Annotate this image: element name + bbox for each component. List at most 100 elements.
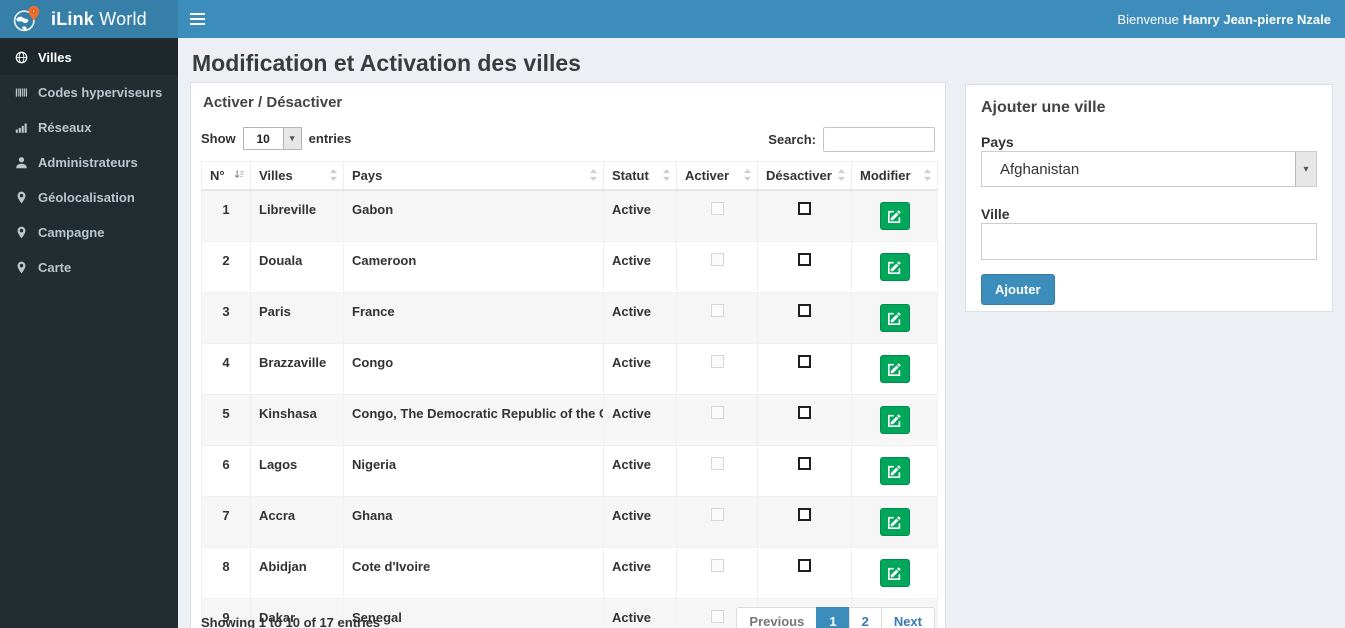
- desactiver-checkbox[interactable]: [798, 355, 811, 368]
- status-value: Active: [603, 496, 677, 548]
- sidebar-item-label: Villes: [38, 50, 72, 65]
- status-value: Active: [603, 292, 677, 344]
- activer-checkbox: [710, 304, 724, 317]
- activer-checkbox: [710, 610, 724, 623]
- desactiver-checkbox[interactable]: [798, 559, 811, 572]
- top-navbar: Bienvenue Hanry Jean-pierre Nzale: [178, 0, 1345, 38]
- sidebar-item-codes-hyperviseurs[interactable]: Codes hyperviseurs: [0, 75, 178, 110]
- cities-table-panel: Activer / Désactiver Show 10 ▾ entries S…: [190, 82, 946, 628]
- chevron-down-icon: ▾: [1295, 152, 1316, 186]
- column-header-pays[interactable]: Pays: [343, 161, 604, 191]
- desactiver-checkbox[interactable]: [798, 406, 811, 419]
- table-length-control: Show 10 ▾ entries: [201, 127, 351, 150]
- sidebar-item-geolocalisation[interactable]: Géolocalisation: [0, 180, 178, 215]
- desactiver-checkbox[interactable]: [798, 202, 811, 215]
- status-value: Active: [603, 598, 677, 628]
- pagination-page-2-button[interactable]: 2: [848, 607, 882, 628]
- brand-title: iLink World: [51, 9, 147, 30]
- sidebar-item-label: Géolocalisation: [38, 190, 135, 205]
- edit-button[interactable]: [879, 202, 910, 230]
- brand-logo[interactable]: iLink World: [0, 0, 178, 38]
- user-menu[interactable]: Bienvenue Hanry Jean-pierre Nzale: [1117, 0, 1331, 38]
- pencil-square-icon: [888, 311, 901, 325]
- edit-button[interactable]: [879, 253, 910, 281]
- status-value: Active: [603, 394, 677, 446]
- activer-checkbox: [710, 202, 724, 215]
- brand-title-light: World: [99, 8, 147, 29]
- ville-input[interactable]: [981, 223, 1317, 260]
- pays-select-value: Afghanistan: [1000, 160, 1080, 178]
- sidebar-toggle-button[interactable]: [178, 0, 216, 38]
- sort-both-icon: [743, 169, 752, 184]
- desactiver-checkbox[interactable]: [798, 508, 811, 521]
- pagination-page-1-button[interactable]: 1: [816, 607, 850, 628]
- table-row: 6 Lagos Nigeria Active: [201, 445, 938, 497]
- sidebar-item-label: Réseaux: [38, 120, 92, 135]
- pays-select[interactable]: Afghanistan ▾: [981, 151, 1317, 187]
- column-header-desactiver[interactable]: Désactiver: [757, 161, 852, 191]
- content-area: Modification et Activation des villes Ac…: [178, 38, 1345, 628]
- column-header-activer[interactable]: Activer: [676, 161, 758, 191]
- globe-pin-logo-icon: [12, 5, 40, 33]
- entries-select-value: 10: [256, 131, 270, 146]
- edit-button[interactable]: [879, 508, 910, 536]
- table-panel-title: Activer / Désactiver: [203, 94, 343, 111]
- table-row: 8 Abidjan Cote d'Ivoire Active: [201, 547, 938, 599]
- ville-label: Ville: [981, 206, 1010, 222]
- column-header-modifier[interactable]: Modifier: [851, 161, 938, 191]
- show-label: Show: [201, 131, 236, 146]
- edit-button[interactable]: [879, 406, 910, 434]
- sort-asc-icon: [234, 169, 245, 184]
- hamburger-icon: [189, 13, 205, 15]
- desactiver-checkbox[interactable]: [798, 253, 811, 266]
- table-info: Showing 1 to 10 of 17 entries: [201, 615, 381, 628]
- column-header-statut[interactable]: Statut: [603, 161, 677, 191]
- activer-checkbox: [710, 457, 724, 470]
- edit-button[interactable]: [879, 559, 910, 587]
- sort-both-icon: [662, 169, 671, 184]
- pays-label: Pays: [981, 134, 1014, 150]
- pencil-square-icon: [888, 566, 901, 580]
- chevron-down-icon: ▾: [282, 128, 301, 149]
- activer-checkbox: [710, 559, 724, 572]
- sort-both-icon: [589, 169, 598, 184]
- search-input[interactable]: [823, 127, 935, 152]
- user-icon: [15, 156, 28, 169]
- edit-button[interactable]: [879, 304, 910, 332]
- pencil-square-icon: [888, 413, 901, 427]
- add-panel-title: Ajouter une ville: [981, 99, 1106, 116]
- sidebar-item-villes[interactable]: Villes: [0, 40, 178, 75]
- pagination-next-button[interactable]: Next: [880, 607, 935, 628]
- activer-checkbox: [710, 406, 724, 419]
- desactiver-checkbox[interactable]: [798, 457, 811, 470]
- map-marker-icon: [15, 261, 28, 274]
- welcome-label: Bienvenue: [1117, 11, 1179, 27]
- sidebar-item-carte[interactable]: Carte: [0, 250, 178, 285]
- map-marker-icon: [15, 191, 28, 204]
- edit-button[interactable]: [879, 355, 910, 383]
- status-value: Active: [603, 241, 677, 293]
- sidebar-item-reseaux[interactable]: Réseaux: [0, 110, 178, 145]
- sidebar-item-administrateurs[interactable]: Administrateurs: [0, 145, 178, 180]
- sidebar-item-label: Carte: [38, 260, 72, 275]
- sort-both-icon: [923, 169, 932, 184]
- column-header-villes[interactable]: Villes: [250, 161, 344, 191]
- table-row: 7 Accra Ghana Active: [201, 496, 938, 548]
- page-title: Modification et Activation des villes: [192, 50, 581, 76]
- sidebar-item-label: Codes hyperviseurs: [38, 85, 163, 100]
- sidebar-item-campagne[interactable]: Campagne: [0, 215, 178, 250]
- pencil-square-icon: [888, 515, 901, 529]
- signal-bars-icon: [15, 121, 28, 134]
- table-row: 4 Brazzaville Congo Active: [201, 343, 938, 395]
- search-label: Search:: [768, 132, 816, 147]
- table-header-row: N° Villes Pays Statut Activer Désactiver…: [201, 161, 938, 191]
- sidebar: Villes Codes hyperviseurs Réseaux Admini…: [0, 38, 178, 628]
- edit-button[interactable]: [879, 457, 910, 485]
- desactiver-checkbox[interactable]: [798, 304, 811, 317]
- ajouter-button[interactable]: Ajouter: [981, 274, 1055, 305]
- add-city-panel: Ajouter une ville Pays Afghanistan ▾ Vil…: [965, 84, 1333, 312]
- status-value: Active: [603, 445, 677, 497]
- pagination-previous-button[interactable]: Previous: [736, 607, 818, 628]
- column-header-num[interactable]: N°: [201, 161, 251, 191]
- entries-select[interactable]: 10 ▾: [242, 127, 302, 150]
